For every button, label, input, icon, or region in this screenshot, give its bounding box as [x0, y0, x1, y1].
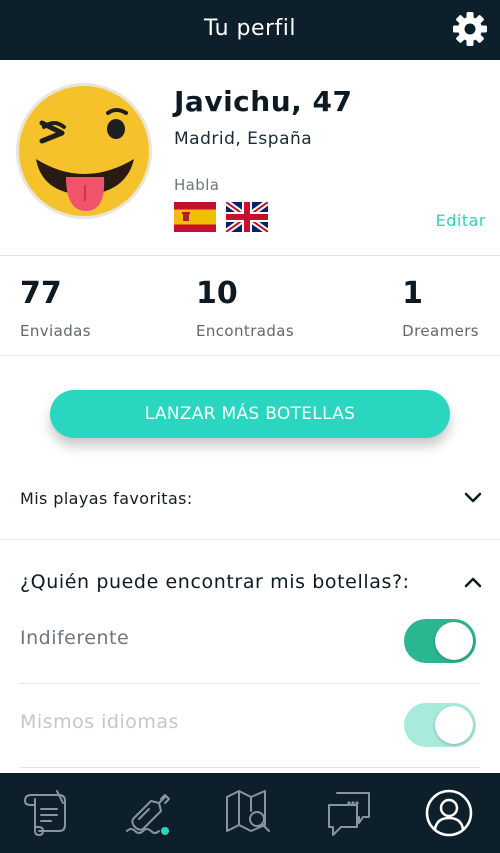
stat-found: 10 Encontradas [196, 274, 294, 340]
speaks-label: Habla [174, 176, 220, 194]
stat-sent: 77 Enviadas [20, 274, 91, 340]
indifferent-toggle[interactable] [404, 619, 476, 663]
tab-profile[interactable] [421, 785, 477, 841]
stat-value: 1 [402, 276, 424, 311]
user-name: Javichu, 47 [174, 85, 353, 118]
profile-icon [425, 789, 473, 837]
option-row-same-languages: Mismos idiomas [20, 684, 480, 768]
option-row-indifferent: Indiferente [20, 600, 480, 684]
favorite-beaches-label: Mis playas favoritas: [20, 489, 193, 508]
gear-icon[interactable] [452, 11, 488, 47]
launch-bottles-button[interactable]: LANZAR MÁS BOTELLAS [50, 390, 450, 438]
tab-map[interactable] [221, 785, 277, 841]
bottle-icon [126, 794, 170, 835]
chevron-down-icon[interactable] [464, 492, 482, 504]
chat-icon [328, 792, 370, 836]
bottom-tab-bar [0, 773, 500, 853]
favorite-beaches-section[interactable]: Mis playas favoritas: [0, 466, 500, 540]
stats-row: 77 Enviadas 10 Encontradas 1 Dreamers [0, 256, 500, 356]
edit-profile-link[interactable]: Editar [436, 211, 486, 230]
stat-value: 77 [20, 276, 62, 311]
stat-label: Enviadas [20, 322, 91, 340]
stat-dreamers: 1 Dreamers [402, 274, 479, 340]
spain-flag-icon [174, 202, 216, 232]
uk-flag-icon [226, 202, 268, 232]
same-languages-toggle[interactable] [404, 703, 476, 747]
top-bar: Tu perfil [0, 0, 500, 60]
avatar[interactable] [14, 81, 154, 221]
user-location: Madrid, España [174, 129, 313, 149]
option-label: Indiferente [20, 627, 130, 649]
stat-label: Dreamers [402, 322, 479, 340]
tab-bottle[interactable] [121, 785, 177, 841]
scroll-icon [24, 790, 66, 836]
stat-label: Encontradas [196, 322, 295, 340]
option-label: Mismos idiomas [20, 711, 179, 733]
profile-card: Javichu, 47 Madrid, España Habla Editar [0, 60, 500, 256]
chevron-up-icon[interactable] [464, 576, 482, 588]
tab-chat[interactable] [321, 785, 377, 841]
page-title: Tu perfil [203, 16, 297, 41]
map-search-icon [226, 790, 270, 832]
toggle-knob [435, 706, 473, 744]
toggle-knob [435, 622, 473, 660]
stat-value: 10 [196, 276, 238, 311]
who-can-find-title: ¿Quién puede encontrar mis botellas?: [20, 571, 410, 593]
tab-scroll[interactable] [21, 785, 77, 841]
